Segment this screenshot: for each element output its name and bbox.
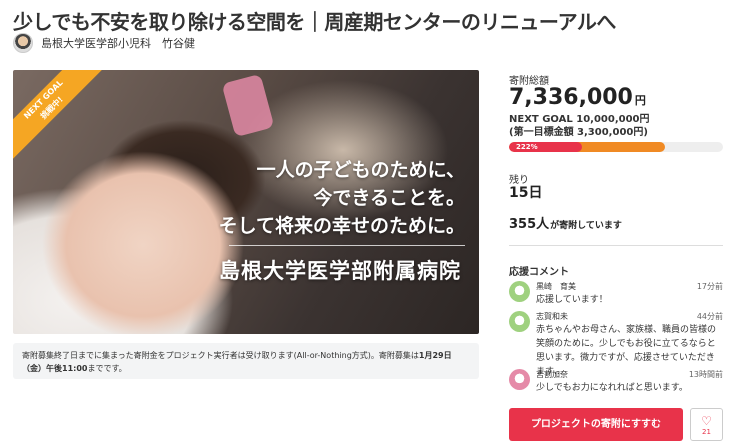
commenter-avatar (509, 369, 530, 390)
commenter-name: 吉割加奈 (536, 370, 568, 379)
comments-heading: 応援コメント (509, 267, 569, 278)
notice-text: 寄附募集終了日までに集まった寄附金をプロジェクト実行者は受け取ります(All-o… (22, 351, 419, 360)
author-row[interactable]: 島根大学医学部小児科 竹谷健 (13, 33, 195, 53)
avatar (13, 33, 33, 53)
divider (509, 245, 723, 246)
hero-hospital-name: 島根大学医学部附属病院 (219, 258, 461, 283)
favorite-button[interactable]: ♡ 21 (690, 408, 723, 441)
hero-line-3: そして将来の幸せのために。 (218, 215, 465, 237)
remaining-value: 15日 (509, 185, 543, 201)
funding-notice: 寄附募集終了日までに集まった寄附金をプロジェクト実行者は受け取ります(All-o… (13, 343, 479, 379)
heart-icon: ♡ (701, 414, 712, 428)
commenter-name: 志賀和未 (536, 312, 568, 321)
comment-text: 応援しています！ (536, 295, 608, 305)
amount-currency: 円 (634, 94, 646, 107)
hero-divider (229, 245, 465, 246)
supporters: 355人が寄附しています (509, 213, 622, 232)
page-title: 少しでも不安を取り除ける空間を｜周産期センターのリニューアルへ (13, 10, 616, 34)
notice-text-end: までです。 (87, 364, 127, 373)
total-amount: 7,336,000 円 (509, 85, 646, 110)
hero-line-2: 今できることを。 (313, 187, 465, 209)
supporters-count: 355人 (509, 217, 550, 232)
commenter-avatar (509, 281, 530, 302)
donate-button[interactable]: プロジェクトの寄附にすすむ (509, 408, 683, 441)
hero-decoration (221, 73, 275, 138)
hero-line-1: 一人の子どものために、 (256, 159, 465, 181)
favorite-count: 21 (702, 428, 711, 436)
comment-time: 44分前 (696, 312, 723, 321)
comment-text: 少しでもお力になれればと思います。 (536, 383, 688, 393)
hero-image: NEXT GOAL 挑戦中! 一人の子どものために、 今できることを。 そして将… (13, 70, 479, 334)
comment-time: 13時間前 (688, 370, 723, 379)
commenter-name: 黒崎 育美 (536, 282, 576, 291)
commenter-avatar (509, 311, 530, 332)
supporters-suffix: が寄附しています (550, 221, 622, 231)
progress-percent: 222% (516, 143, 538, 151)
next-goal-ribbon: NEXT GOAL 挑戦中! (13, 70, 103, 160)
progress-bar: 222% (509, 142, 723, 152)
hero-caption: 一人の子どものために、 今できることを。 そして将来の幸せのために。 (219, 156, 465, 240)
comment-time: 17分前 (696, 282, 723, 291)
first-goal: (第一目標金額 3,300,000円) (509, 127, 648, 138)
author-name: 島根大学医学部小児科 竹谷健 (41, 37, 195, 50)
amount-value: 7,336,000 (509, 85, 633, 110)
